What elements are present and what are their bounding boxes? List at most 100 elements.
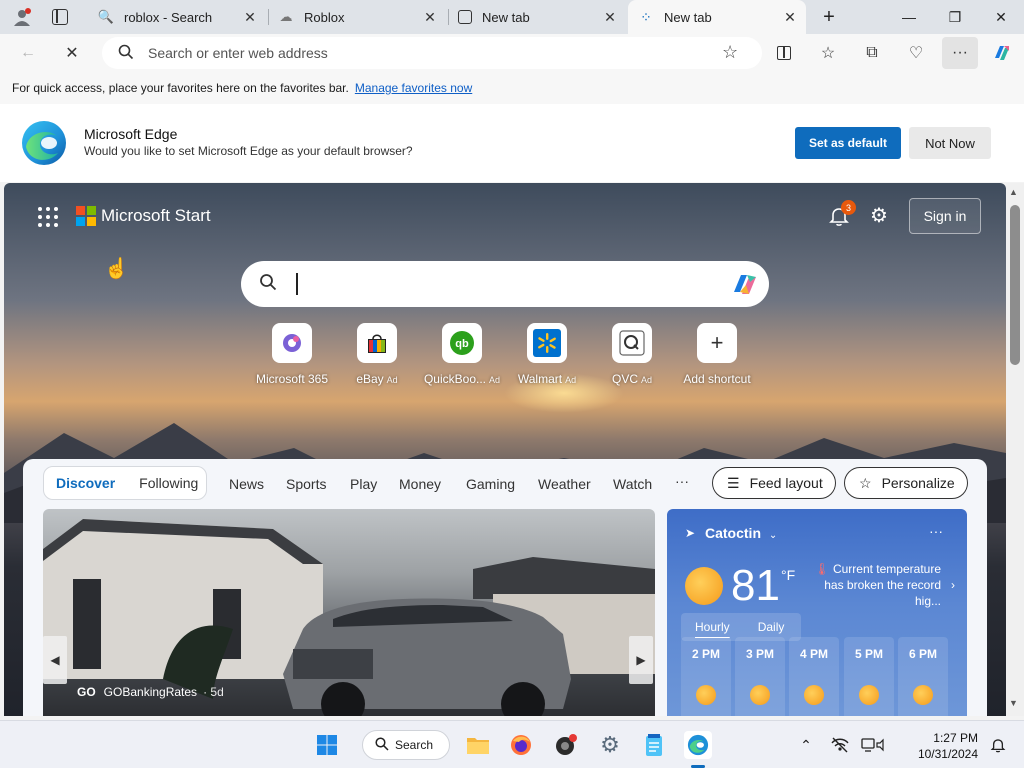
- feed-layout-button[interactable]: ☰ Feed layout: [712, 467, 836, 499]
- tab-play[interactable]: Play: [350, 476, 377, 492]
- close-tab-icon[interactable]: ✕: [602, 9, 618, 26]
- tab-roblox[interactable]: ☁ Roblox ✕: [268, 0, 446, 34]
- hero-article-card[interactable]: ◀ ▶ GO GOBankingRates · 5d: [43, 509, 655, 716]
- manage-favorites-link[interactable]: Manage favorites now: [355, 81, 472, 95]
- sliders-icon: ☰: [727, 474, 740, 491]
- new-tab-button[interactable]: +: [806, 0, 852, 34]
- search-icon: [375, 736, 389, 754]
- tab-roblox-search[interactable]: 🔍 roblox - Search ✕: [88, 0, 266, 34]
- personalize-button[interactable]: ☆ Personalize: [844, 467, 968, 499]
- copilot-icon: [995, 46, 1009, 60]
- clock-date: 10/31/2024: [917, 747, 978, 761]
- copilot-icon[interactable]: [730, 270, 760, 298]
- address-bar[interactable]: Search or enter web address ☆: [102, 37, 762, 69]
- close-tab-icon[interactable]: ✕: [242, 9, 258, 26]
- collections-button[interactable]: ⧉: [856, 37, 888, 69]
- close-tab-icon[interactable]: ✕: [422, 9, 438, 26]
- windows-start-icon[interactable]: [313, 731, 341, 759]
- chevron-right-icon: ›: [951, 578, 955, 592]
- sparkle-icon: ☆: [859, 474, 872, 491]
- back-button[interactable]: ←: [12, 37, 44, 69]
- plus-icon: +: [697, 323, 737, 363]
- browser-essentials-button[interactable]: ♡: [900, 37, 932, 69]
- settings-gear-icon[interactable]: ⚙: [596, 731, 624, 759]
- split-screen-icon: [777, 46, 791, 60]
- tab-following[interactable]: Following: [127, 475, 210, 491]
- close-window-button[interactable]: ✕: [978, 0, 1024, 34]
- windows-taskbar: Search ⚙ ⌃ 1:27 PM 10/31/2024: [0, 720, 1024, 768]
- apps-launcher-icon[interactable]: [38, 207, 58, 227]
- page-scrollbar[interactable]: ▲ ▼: [1006, 183, 1024, 716]
- restore-button[interactable]: ❐: [932, 0, 978, 34]
- svg-text:qb: qb: [455, 338, 469, 350]
- show-hidden-icons-chevron-icon[interactable]: ⌃: [792, 731, 820, 759]
- edge-taskbar-icon[interactable]: [684, 731, 712, 759]
- tab-watch[interactable]: Watch: [613, 476, 652, 492]
- app-icon-recording[interactable]: [552, 731, 580, 759]
- shortcut-quickbooks[interactable]: qb QuickBoo... Ad: [417, 323, 507, 386]
- tab-gaming[interactable]: Gaming: [466, 476, 515, 492]
- favorite-star-icon[interactable]: ☆: [722, 42, 738, 63]
- tab-actions-icon[interactable]: [52, 9, 68, 25]
- shortcut-ebay[interactable]: eBay Ad: [332, 323, 422, 386]
- start-header: Microsoft Start 3 ⚙ Sign in: [4, 183, 1006, 249]
- weather-location[interactable]: Catoctin ⌄: [705, 525, 777, 541]
- article-source: GO GOBankingRates · 5d: [77, 685, 224, 699]
- settings-and-more-button[interactable]: ···: [942, 37, 978, 69]
- tab-daily[interactable]: Daily: [744, 620, 799, 634]
- more-categories-button[interactable]: ···: [675, 473, 689, 489]
- favorites-bar: For quick access, place your favorites h…: [0, 72, 1024, 104]
- bing-search-icon: 🔍: [97, 9, 115, 24]
- shortcut-walmart[interactable]: Walmart Ad: [502, 323, 592, 386]
- weather-card[interactable]: ➤ Catoctin ⌄ ··· 81 °F 🌡 Current tempera…: [667, 509, 967, 716]
- profile-icon[interactable]: [12, 7, 32, 27]
- notification-center-bell-icon[interactable]: [984, 731, 1012, 759]
- tab-title: New tab: [664, 9, 712, 25]
- tab-new-tab[interactable]: New tab ✕: [448, 0, 626, 34]
- tab-sports[interactable]: Sports: [286, 476, 326, 492]
- shortcut-label: Microsoft 365: [255, 372, 329, 386]
- tab-title: roblox - Search: [124, 9, 213, 25]
- scroll-down-icon[interactable]: ▼: [1009, 698, 1018, 708]
- tab-weather[interactable]: Weather: [538, 476, 591, 492]
- favorites-button[interactable]: ☆: [812, 37, 844, 69]
- display-sound-icon[interactable]: [860, 731, 888, 759]
- banner-title: Microsoft Edge: [84, 126, 178, 142]
- minimize-button[interactable]: —: [886, 0, 932, 34]
- network-icon[interactable]: [826, 731, 854, 759]
- shortcut-microsoft-365[interactable]: Microsoft 365: [247, 323, 337, 386]
- tab-discover[interactable]: Discover: [44, 475, 127, 491]
- web-search-box[interactable]: [241, 261, 769, 307]
- sign-in-button[interactable]: Sign in: [909, 198, 981, 234]
- ad-label: Ad: [489, 375, 501, 385]
- close-tab-icon[interactable]: ✕: [782, 9, 798, 26]
- system-clock[interactable]: 1:27 PM 10/31/2024: [916, 730, 978, 762]
- tab-new-tab-active[interactable]: ⁘ New tab ✕: [628, 0, 806, 34]
- weather-alert[interactable]: 🌡 Current temperature has broken the rec…: [795, 561, 955, 609]
- firefox-icon[interactable]: [507, 731, 535, 759]
- walmart-spark-icon: [527, 323, 567, 363]
- not-now-button[interactable]: Not Now: [909, 127, 991, 159]
- settings-gear-icon[interactable]: ⚙: [870, 203, 894, 227]
- file-explorer-icon[interactable]: [464, 731, 492, 759]
- roblox-favicon-icon: ☁: [279, 9, 293, 24]
- carousel-prev-button[interactable]: ◀: [43, 636, 67, 684]
- notepad-icon[interactable]: [640, 731, 668, 759]
- carousel-next-button[interactable]: ▶: [629, 636, 653, 684]
- taskbar-search-button[interactable]: Search: [362, 730, 450, 760]
- stop-loading-button[interactable]: ✕: [56, 37, 88, 69]
- tab-news[interactable]: News: [229, 476, 264, 492]
- hourly-forecast-item: 4 PM: [789, 637, 839, 716]
- scrollbar-thumb[interactable]: [1010, 205, 1020, 365]
- set-as-default-button[interactable]: Set as default: [795, 127, 901, 159]
- scroll-up-icon[interactable]: ▲: [1009, 187, 1018, 197]
- shortcut-qvc[interactable]: QVC Ad: [587, 323, 677, 386]
- split-screen-button[interactable]: [768, 37, 800, 69]
- more-dots-icon: ···: [952, 44, 968, 61]
- copilot-button[interactable]: [986, 37, 1018, 69]
- weather-more-options-icon[interactable]: ···: [929, 523, 943, 539]
- tab-money[interactable]: Money: [399, 476, 441, 492]
- tab-hourly[interactable]: Hourly: [681, 620, 744, 634]
- shortcut-add[interactable]: + Add shortcut: [672, 323, 762, 386]
- personalize-label: Personalize: [881, 475, 955, 491]
